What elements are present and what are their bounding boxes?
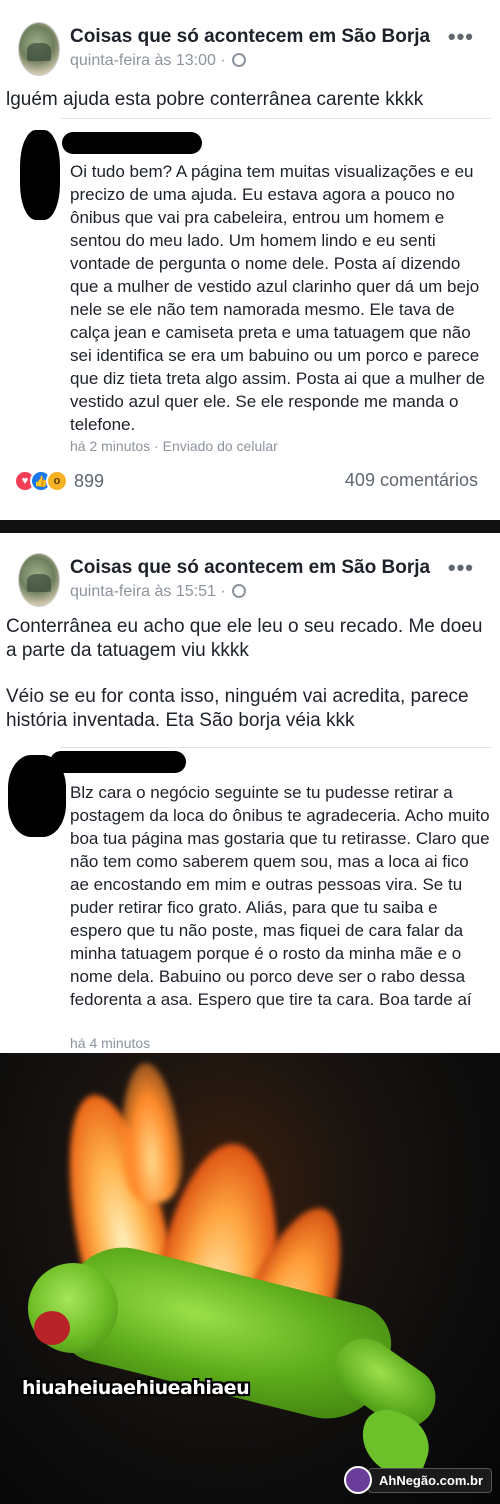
quoted-message: Oi tudo bem? A página tem muitas visuali… [0, 118, 500, 458]
redacted-avatar [20, 130, 60, 220]
post-timestamp[interactable]: quinta-feira às 13:00 · [70, 52, 247, 70]
wow-reaction-icon: o [46, 470, 68, 492]
quoted-message: Blz cara o negócio seguinte se tu pudess… [0, 747, 500, 1053]
post-divider [0, 520, 500, 533]
page-name-link[interactable]: Coisas que só acontecem em São Borja [70, 557, 430, 579]
facebook-post-1: Coisas que só acontecem em São Borja qui… [0, 0, 500, 520]
flame [115, 1061, 185, 1205]
more-options-button[interactable]: ••• [448, 24, 474, 50]
page-avatar[interactable] [18, 553, 60, 607]
reactions-count: 899 [74, 470, 105, 491]
facebook-post-2: Coisas que só acontecem em São Borja qui… [0, 533, 500, 1053]
quoted-message-text: Oi tudo bem? A página tem muitas visuali… [70, 162, 485, 434]
site-watermark: AhNegão.com.br [343, 1466, 492, 1494]
globe-icon [232, 584, 247, 598]
watermark-text: AhNegão.com.br [367, 1467, 492, 1493]
post-header: Coisas que só acontecem em São Borja qui… [18, 22, 488, 78]
quoted-message-text: Blz cara o negócio seguinte se tu pudess… [70, 783, 490, 1009]
burning-kermit-meme-image: hiuaheiuaehiueahiaeu AhNegão.com.br [0, 1053, 500, 1504]
comments-count-link[interactable]: 409 comentários [345, 470, 478, 491]
redacted-name [62, 132, 202, 154]
post-body-text: lguém ajuda esta pobre conterrânea caren… [6, 89, 424, 110]
watermark-logo-icon [343, 1466, 372, 1494]
post-body-text-2: Véio se eu for conta isso, ninguém vai a… [6, 686, 469, 731]
post-body-text-1: Conterrânea eu acho que ele leu o seu re… [6, 616, 483, 661]
post-header: Coisas que só acontecem em São Borja qui… [18, 553, 488, 609]
post-stats-bar: ♥ 👍 o 899 409 comentários [14, 468, 486, 494]
page-name-link[interactable]: Coisas que só acontecem em São Borja [70, 26, 430, 48]
reactions-summary[interactable]: ♥ 👍 o 899 [14, 468, 104, 494]
kermit-mouth [34, 1311, 70, 1345]
quote-divider [60, 118, 492, 119]
globe-icon [232, 53, 247, 67]
quoted-message-meta: há 2 minutos · Enviado do celular [70, 438, 278, 454]
more-options-button[interactable]: ••• [448, 555, 474, 581]
timestamp-text: quinta-feira às 13:00 · [70, 52, 226, 69]
page-avatar[interactable] [18, 22, 60, 76]
post-timestamp[interactable]: quinta-feira às 15:51 · [70, 583, 247, 601]
quoted-message-meta: há 4 minutos [70, 1035, 151, 1051]
quote-divider [60, 747, 492, 748]
timestamp-text: quinta-feira às 15:51 · [70, 583, 226, 600]
meme-caption: hiuaheiuaehiueahiaeu [22, 1377, 250, 1399]
redacted-name [50, 751, 186, 773]
